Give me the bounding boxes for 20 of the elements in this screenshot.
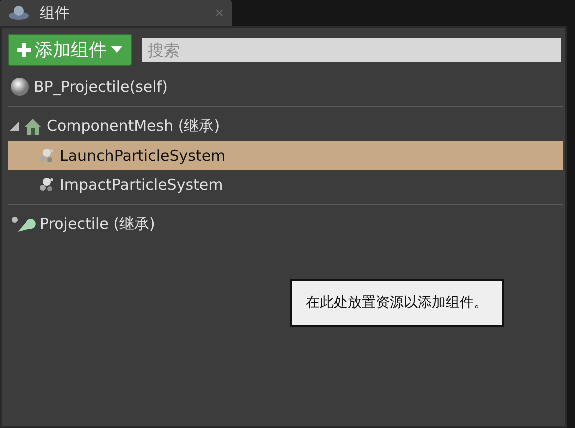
tree-item-label: BP_Projectile(self) xyxy=(34,78,168,96)
caret-icon xyxy=(111,46,123,54)
plus-icon xyxy=(17,43,31,57)
tree-item[interactable]: LaunchParticleSystem xyxy=(8,141,563,170)
tree-item[interactable]: ImpactParticleSystem xyxy=(8,170,563,199)
component-icon xyxy=(8,4,30,22)
expand-arrow-icon[interactable] xyxy=(10,122,19,131)
tree-item-label: Projectile (继承) xyxy=(40,215,156,234)
tree-item-label: ImpactParticleSystem xyxy=(60,176,224,194)
drop-hint: 在此处放置资源以添加组件。 xyxy=(290,279,504,327)
tree-item[interactable]: Projectile (继承) xyxy=(8,210,563,239)
search-field[interactable]: 搜索 xyxy=(142,38,561,62)
tree-item-label: LaunchParticleSystem xyxy=(60,146,226,164)
tree-item[interactable]: BP_Projectile(self) xyxy=(8,72,563,101)
projectile-icon xyxy=(10,214,36,234)
tree-item[interactable]: ComponentMesh (继承) xyxy=(8,112,563,141)
house-icon xyxy=(23,116,43,136)
sphere-icon xyxy=(10,76,30,96)
tab-title: 组件 xyxy=(40,4,71,22)
tree-item-label: ComponentMesh (继承) xyxy=(47,117,220,136)
